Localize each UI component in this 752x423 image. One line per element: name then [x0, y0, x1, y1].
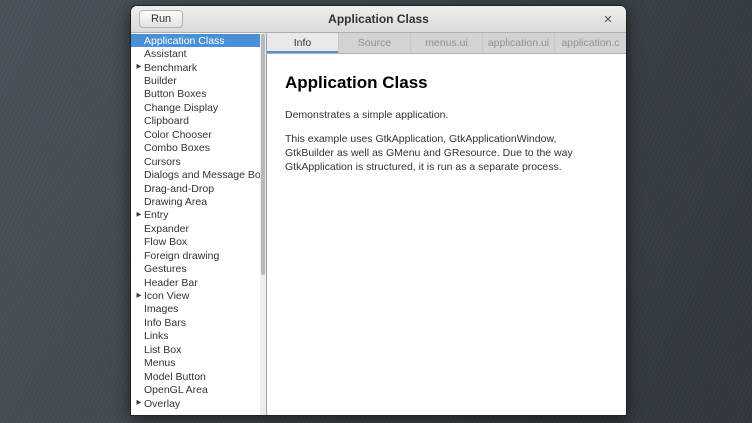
- sidebar-item[interactable]: Flow Box: [131, 236, 266, 249]
- content-area: Application Class Demonstrates a simple …: [267, 54, 626, 415]
- sidebar-item[interactable]: Assistant: [131, 47, 266, 60]
- sidebar-item-label: Entry: [144, 209, 169, 221]
- tab-application-c[interactable]: application.c: [555, 33, 626, 53]
- sidebar-item[interactable]: Menus: [131, 357, 266, 370]
- sidebar-item-label: Assistant: [144, 48, 187, 60]
- sidebar-item-label: Overlay: [144, 398, 180, 410]
- main-pane: InfoSourcemenus.uiapplication.uiapplicat…: [267, 33, 626, 415]
- sidebar-item[interactable]: Images: [131, 303, 266, 316]
- sidebar-item[interactable]: ▶Benchmark: [131, 61, 266, 74]
- sidebar-item[interactable]: Combo Boxes: [131, 142, 266, 155]
- sidebar-item-label: Header Bar: [144, 277, 198, 289]
- sidebar-item-label: Button Boxes: [144, 88, 206, 100]
- sidebar-item-label: Cursors: [144, 156, 181, 168]
- sidebar-item[interactable]: Gestures: [131, 262, 266, 275]
- desktop-background: Run Application Class × Application Clas…: [0, 0, 752, 423]
- expander-icon[interactable]: ▶: [134, 400, 144, 407]
- sidebar-item[interactable]: ▶Entry: [131, 209, 266, 222]
- sidebar-item-label: Benchmark: [144, 62, 197, 74]
- sidebar-item[interactable]: Model Button: [131, 370, 266, 383]
- sidebar-item-label: Dialogs and Message Boxes: [144, 169, 267, 181]
- sidebar-item-label: Images: [144, 303, 178, 315]
- sidebar-scrollbar[interactable]: [260, 33, 266, 415]
- sidebar-item-label: Model Button: [144, 371, 206, 383]
- sidebar-item[interactable]: Foreign drawing: [131, 249, 266, 262]
- sidebar-item-label: Gestures: [144, 263, 187, 275]
- expander-icon[interactable]: ▶: [134, 212, 144, 219]
- sidebar-item-label: Change Display: [144, 102, 218, 114]
- sidebar-item[interactable]: List Box: [131, 343, 266, 356]
- sidebar-item[interactable]: Links: [131, 330, 266, 343]
- close-icon[interactable]: ×: [598, 9, 618, 29]
- tab-info[interactable]: Info: [267, 33, 339, 53]
- sidebar-item-label: Expander: [144, 223, 189, 235]
- sidebar-item-label: Foreign drawing: [144, 250, 219, 262]
- sidebar-item-label: Application Class: [144, 35, 225, 47]
- tab-source[interactable]: Source: [339, 33, 411, 53]
- page-title: Application Class: [285, 73, 608, 93]
- sidebar-item[interactable]: Builder: [131, 74, 266, 87]
- sidebar-item-label: Flow Box: [144, 236, 187, 248]
- sidebar-item-label: Menus: [144, 357, 176, 369]
- sidebar-item-label: Info Bars: [144, 317, 186, 329]
- content-paragraph: This example uses GtkApplication, GtkApp…: [285, 133, 608, 175]
- sidebar-item[interactable]: Expander: [131, 222, 266, 235]
- expander-icon[interactable]: ▶: [134, 293, 144, 300]
- sidebar-item[interactable]: Info Bars: [131, 316, 266, 329]
- expander-icon[interactable]: ▶: [134, 64, 144, 71]
- sidebar-item[interactable]: Application Class: [131, 34, 266, 47]
- sidebar-list: Application ClassAssistant▶BenchmarkBuil…: [131, 33, 266, 410]
- sidebar-item[interactable]: Cursors: [131, 155, 266, 168]
- tab-bar: InfoSourcemenus.uiapplication.uiapplicat…: [267, 33, 626, 54]
- sidebar-item-label: Builder: [144, 75, 177, 87]
- content-paragraph: Demonstrates a simple application.: [285, 109, 608, 123]
- sidebar-item[interactable]: Dialogs and Message Boxes: [131, 168, 266, 181]
- sidebar-scrollbar-thumb[interactable]: [261, 34, 265, 275]
- sidebar-item-label: Links: [144, 330, 169, 342]
- sidebar-item[interactable]: Clipboard: [131, 115, 266, 128]
- tab-application-ui[interactable]: application.ui: [483, 33, 555, 53]
- sidebar-item-label: Combo Boxes: [144, 142, 210, 154]
- sidebar-item-label: Drawing Area: [144, 196, 207, 208]
- sidebar-item[interactable]: Header Bar: [131, 276, 266, 289]
- sidebar-item[interactable]: OpenGL Area: [131, 383, 266, 396]
- sidebar-item[interactable]: Change Display: [131, 101, 266, 114]
- headerbar: Run Application Class ×: [131, 6, 626, 33]
- sidebar-item-label: Color Chooser: [144, 129, 212, 141]
- window-title: Application Class: [131, 12, 626, 26]
- sidebar-item-label: OpenGL Area: [144, 384, 208, 396]
- sidebar-item-label: Clipboard: [144, 115, 189, 127]
- run-button[interactable]: Run: [139, 10, 183, 28]
- sidebar-item-label: List Box: [144, 344, 181, 356]
- tab-menus-ui[interactable]: menus.ui: [411, 33, 483, 53]
- sidebar-item-label: Drag-and-Drop: [144, 183, 214, 195]
- sidebar-item[interactable]: Button Boxes: [131, 88, 266, 101]
- window-body: Application ClassAssistant▶BenchmarkBuil…: [131, 33, 626, 415]
- sidebar-item[interactable]: Color Chooser: [131, 128, 266, 141]
- app-window: Run Application Class × Application Clas…: [130, 5, 627, 416]
- sidebar-item[interactable]: Drawing Area: [131, 195, 266, 208]
- sidebar-item-label: Icon View: [144, 290, 189, 302]
- content-paragraphs: Demonstrates a simple application. This e…: [285, 109, 608, 174]
- sidebar-item[interactable]: ▶Icon View: [131, 289, 266, 302]
- sidebar-item[interactable]: ▶Overlay: [131, 397, 266, 410]
- sidebar-item[interactable]: Drag-and-Drop: [131, 182, 266, 195]
- sidebar: Application ClassAssistant▶BenchmarkBuil…: [131, 33, 267, 415]
